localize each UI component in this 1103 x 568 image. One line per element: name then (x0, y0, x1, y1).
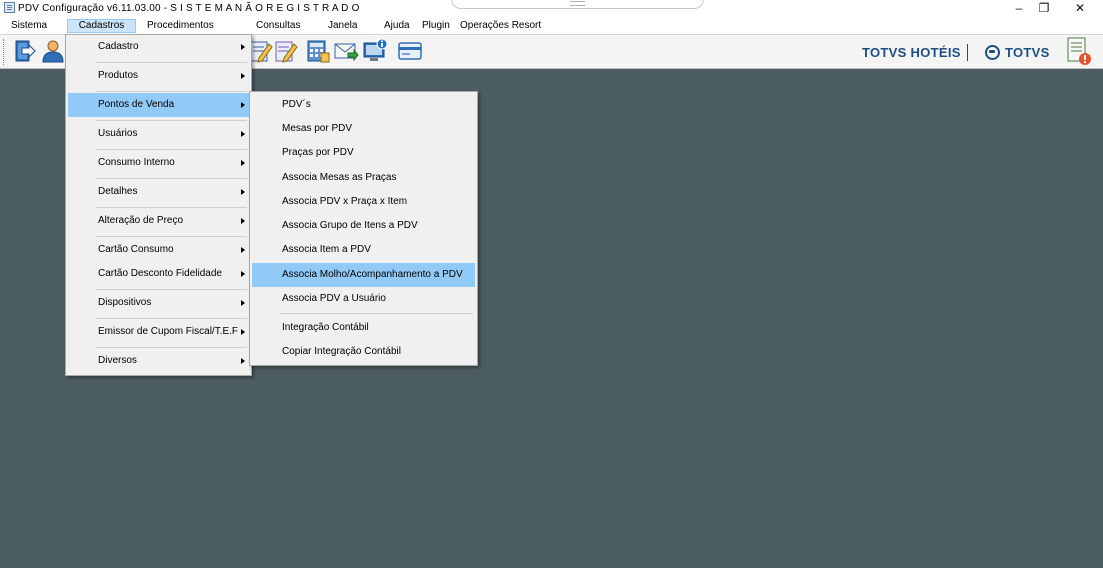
menu-item-detalhes[interactable]: Detalhes (68, 180, 249, 204)
submenu-item-pdvs[interactable]: PDV´s (252, 93, 475, 117)
menu-sistema[interactable]: Sistema (7, 19, 51, 33)
menu-item-produtos[interactable]: Produtos (68, 64, 249, 88)
menu-separator (96, 289, 247, 290)
menu-item-alteracao-de-preco[interactable]: Alteração de Preço (68, 209, 249, 233)
menu-operacoes-resort[interactable]: Operações Resort (456, 19, 545, 33)
menu-separator (280, 313, 473, 314)
submenu-arrow-icon (241, 131, 245, 137)
menu-item-label: Dispositivos (98, 297, 152, 308)
close-button[interactable]: ✕ (1063, 0, 1097, 18)
exit-icon[interactable] (12, 38, 38, 64)
brand-separator (967, 44, 968, 61)
title-bar: PDV Configuração v6.11.03.00 - S I S T E… (0, 0, 1103, 18)
menu-item-dispositivos[interactable]: Dispositivos (68, 291, 249, 315)
menu-item-label: Detalhes (98, 186, 138, 197)
submenu-arrow-icon (241, 247, 245, 253)
menu-item-label: Cartão Desconto Fidelidade (98, 268, 222, 279)
submenu-item-pracas-por-pdv[interactable]: Praças por PDV (252, 141, 475, 165)
submenu-arrow-icon (241, 218, 245, 224)
submenu-item-associa-pdv-usuario[interactable]: Associa PDV a Usuário (252, 287, 475, 311)
app-icon (4, 2, 15, 13)
menu-separator (96, 207, 247, 208)
menu-item-cadastro[interactable]: Cadastro (68, 35, 249, 59)
submenu-arrow-icon (241, 329, 245, 335)
title-drag-handle[interactable] (451, 0, 704, 9)
menu-separator (96, 149, 247, 150)
brand-totvs: TOTVS (1005, 45, 1050, 60)
calculator-icon[interactable] (305, 38, 331, 64)
menu-item-label: Produtos (98, 70, 139, 81)
menu-item-emissor-de-cupom-fiscal[interactable]: Emissor de Cupom Fiscal/T.E.F (68, 320, 249, 344)
menu-separator (96, 236, 247, 237)
menu-item-consumo-interno[interactable]: Consumo Interno (68, 151, 249, 175)
menu-bar: Sistema Cadastros Procedimentos Consulta… (0, 18, 1103, 34)
menu-item-label: Cadastro (98, 41, 139, 52)
menu-item-usuarios[interactable]: Usuários (68, 122, 249, 146)
menu-item-label: Usuários (98, 128, 138, 139)
user-icon[interactable] (40, 38, 66, 64)
mail-icon[interactable] (333, 38, 359, 64)
menu-item-label: Emissor de Cupom Fiscal/T.E.F (98, 326, 239, 337)
submenu-item-mesas-por-pdv[interactable]: Mesas por PDV (252, 117, 475, 141)
cadastros-menu: Cadastro Produtos Pontos de Venda Usuári… (65, 34, 252, 376)
menu-consultas[interactable]: Consultas (252, 19, 304, 33)
submenu-arrow-icon (241, 300, 245, 306)
menu-separator (96, 347, 247, 348)
submenu-item-associa-molho-acompanhamento-pdv[interactable]: Associa Molho/Acompanhamento a PDV (252, 263, 475, 287)
pontos-de-venda-submenu: PDV´s Mesas por PDV Praças por PDV Assoc… (249, 91, 478, 366)
menu-separator (96, 91, 247, 92)
submenu-item-associa-grupo-itens-pdv[interactable]: Associa Grupo de Itens a PDV (252, 214, 475, 238)
submenu-arrow-icon (241, 358, 245, 364)
submenu-arrow-icon (241, 189, 245, 195)
menu-item-diversos[interactable]: Diversos (68, 349, 249, 373)
submenu-item-integracao-contabil[interactable]: Integração Contábil (252, 316, 475, 340)
menu-separator (96, 62, 247, 63)
menu-separator (96, 178, 247, 179)
brand-totvs-hoteis: TOTVS HOTÉIS (862, 45, 961, 60)
menu-separator (96, 120, 247, 121)
menu-plugin[interactable]: Plugin (418, 19, 454, 33)
totvs-logo-icon (985, 45, 1000, 60)
window-title: PDV Configuração v6.11.03.00 - S I S T E… (18, 3, 360, 14)
menu-ajuda[interactable]: Ajuda (380, 19, 414, 33)
restore-button[interactable]: ❐ (1027, 0, 1061, 18)
document-alert-icon[interactable] (1064, 36, 1094, 66)
menu-item-label: Diversos (98, 355, 137, 366)
menu-item-label: Alteração de Preço (98, 215, 184, 226)
menu-item-cartao-consumo[interactable]: Cartão Consumo (68, 238, 249, 262)
menu-procedimentos[interactable]: Procedimentos (143, 19, 218, 33)
menu-separator (96, 318, 247, 319)
edit-icon[interactable] (272, 38, 298, 64)
submenu-item-associa-item-pdv[interactable]: Associa Item a PDV (252, 238, 475, 262)
submenu-item-associa-pdv-praca-item[interactable]: Associa PDV x Praça x Item (252, 190, 475, 214)
submenu-arrow-icon (241, 160, 245, 166)
submenu-item-copiar-integracao-contabil[interactable]: Copiar Integração Contábil (252, 340, 475, 364)
menu-item-label: Pontos de Venda (98, 99, 175, 110)
computer-info-icon[interactable] (362, 38, 388, 64)
menu-item-label: Cartão Consumo (98, 244, 174, 255)
submenu-item-associa-mesas-pracas[interactable]: Associa Mesas as Praças (252, 166, 475, 190)
toolbar-grip[interactable] (3, 39, 6, 65)
menu-item-pontos-de-venda[interactable]: Pontos de Venda (68, 93, 249, 117)
card-icon[interactable] (397, 38, 423, 64)
menu-cadastros[interactable]: Cadastros (67, 19, 136, 33)
menu-item-cartao-desconto-fidelidade[interactable]: Cartão Desconto Fidelidade (68, 262, 249, 286)
submenu-arrow-icon (241, 102, 245, 108)
menu-janela[interactable]: Janela (324, 19, 361, 33)
submenu-arrow-icon (241, 73, 245, 79)
menu-item-label: Consumo Interno (98, 157, 175, 168)
submenu-arrow-icon (241, 44, 245, 50)
submenu-arrow-icon (241, 271, 245, 277)
